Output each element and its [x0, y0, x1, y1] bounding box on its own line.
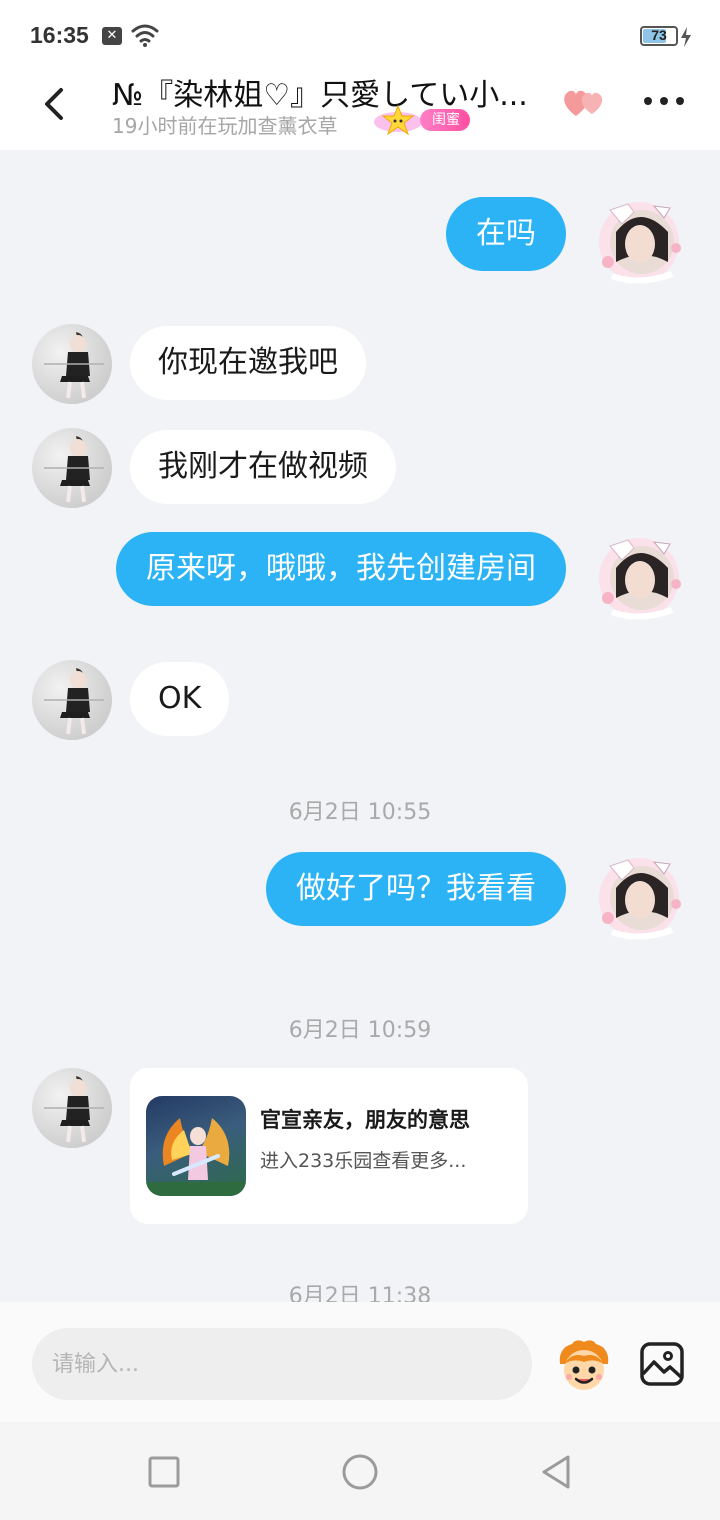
chat-subtitle: 19小时前在玩加查薰衣草: [112, 114, 338, 138]
star-icon: [374, 104, 422, 136]
emoji-button[interactable]: [554, 1336, 614, 1394]
more-options-button[interactable]: [640, 86, 688, 116]
back-button[interactable]: [28, 78, 80, 130]
wifi-icon: [131, 24, 159, 47]
message-timestamp: 6月2日 10:55: [288, 800, 432, 825]
message-timestamp: 6月2日 11:38: [288, 1284, 432, 1302]
message-bubble-received[interactable]: 我刚才在做视频: [130, 430, 396, 504]
message-bubble-received[interactable]: OK: [130, 662, 230, 736]
status-time: 16:35: [30, 22, 89, 48]
my-avatar[interactable]: [592, 192, 686, 286]
battery-level: 73: [651, 27, 667, 43]
battery-icon: 73: [640, 26, 678, 46]
chat-title: №『染林姐♡』只愛してい小...: [112, 78, 528, 113]
home-button[interactable]: [340, 1452, 380, 1492]
status-bar: 16:35 ✕ 73: [0, 0, 720, 70]
recent-apps-button[interactable]: [144, 1452, 184, 1492]
message-input[interactable]: [32, 1328, 532, 1400]
my-avatar[interactable]: [592, 528, 686, 622]
system-nav-bar: [0, 1422, 720, 1520]
charging-bolt-icon: [681, 27, 691, 47]
image-button[interactable]: [638, 1340, 686, 1388]
message-bubble-sent[interactable]: 原来呀，哦哦，我先创建房间: [116, 532, 566, 606]
x-notification-icon: ✕: [102, 27, 122, 45]
friend-avatar[interactable]: [32, 324, 112, 404]
back-nav-button[interactable]: [536, 1452, 576, 1492]
friend-avatar[interactable]: [32, 1068, 112, 1148]
chat-messages[interactable]: 在吗 你现在邀我吧 我刚才在做视频 原来呀，哦哦，我先创建房间 OK 6月2日 …: [0, 150, 720, 1302]
hearts-icon[interactable]: [560, 84, 610, 120]
card-title: 官宣亲友，朋友的意思: [260, 1108, 470, 1132]
card-description: 进入233乐园查看更多...: [260, 1150, 467, 1172]
chat-header: №『染林姐♡』只愛してい小... 19小时前在玩加查薰衣草 闺蜜: [0, 70, 720, 150]
message-bubble-received[interactable]: 你现在邀我吧: [130, 326, 366, 400]
card-thumbnail: [146, 1096, 246, 1196]
friend-avatar[interactable]: [32, 428, 112, 508]
friend-avatar[interactable]: [32, 660, 112, 740]
shared-link-card[interactable]: 官宣亲友，朋友的意思 进入233乐园查看更多...: [130, 1068, 528, 1224]
message-bubble-sent[interactable]: 在吗: [446, 197, 566, 271]
message-input-bar: [0, 1302, 720, 1422]
message-timestamp: 6月2日 10:59: [288, 1018, 432, 1043]
message-bubble-sent[interactable]: 做好了吗？我看看: [266, 852, 566, 926]
relation-badge: 闺蜜: [420, 109, 470, 131]
my-avatar[interactable]: [592, 848, 686, 942]
